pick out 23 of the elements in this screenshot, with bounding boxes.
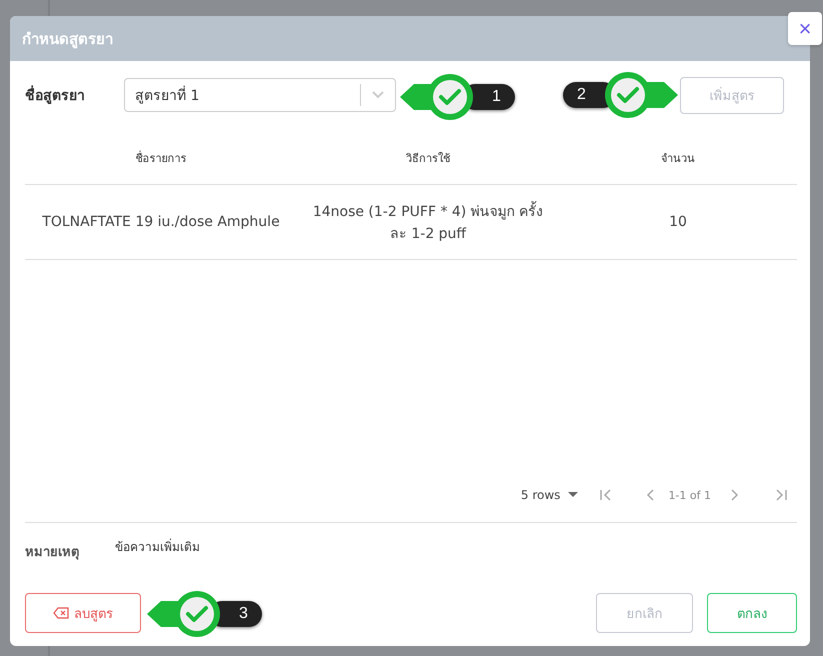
previous-page-icon[interactable] [646, 489, 654, 501]
confirm-button[interactable]: ตกลง [707, 593, 797, 633]
page-range: 1-1 of 1 [668, 488, 711, 502]
table-cell: 10 [669, 214, 687, 230]
column-header: จำนวน [559, 132, 797, 184]
first-page-icon[interactable] [600, 489, 612, 501]
formula-select[interactable]: สูตรยาที่ 1 [124, 78, 396, 112]
chevron-down-icon [371, 90, 385, 100]
table-cell: 14nose (1-2 PUFF * 4) พ่นจมูก ครั้งละ 1-2 puff [310, 200, 546, 244]
close-button[interactable]: × [788, 12, 822, 45]
rows-per-page[interactable]: 5 rows [520, 488, 560, 502]
next-page-icon[interactable] [731, 489, 739, 501]
column-header: ชื่อรายการ [25, 132, 297, 184]
backspace-icon [53, 607, 69, 619]
remark-text: ข้อความเพิ่มเติม [115, 538, 200, 556]
field-label: ชื่อสูตรยา [25, 84, 124, 106]
last-page-icon[interactable] [775, 489, 787, 501]
dialog-title: กำหนดสูตรยา [22, 28, 113, 50]
remark-label: หมายเหตุ [25, 544, 80, 562]
table-cell: TOLNAFTATE 19 iu./dose Amphule [42, 214, 280, 230]
column-header: วิธีการใช้ [297, 132, 559, 184]
dropdown-arrow-icon[interactable] [568, 492, 578, 498]
delete-button[interactable]: ลบสูตร [25, 593, 141, 633]
